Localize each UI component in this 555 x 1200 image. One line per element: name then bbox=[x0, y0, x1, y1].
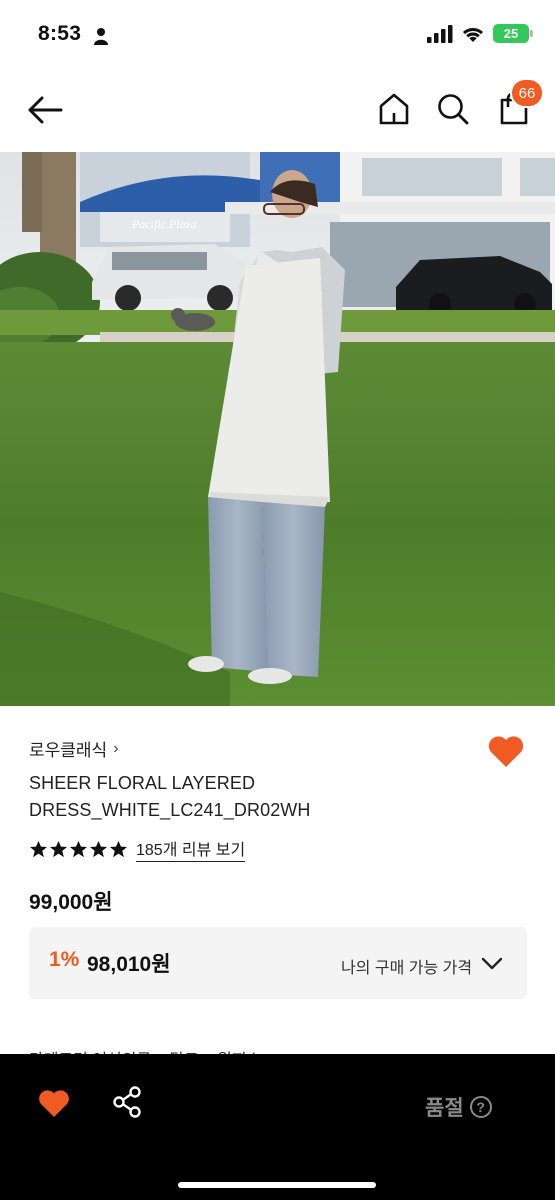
star-icon bbox=[69, 840, 88, 857]
battery-indicator: 25 bbox=[493, 24, 533, 43]
sign-text: Pacific Plaza bbox=[131, 217, 196, 231]
status-indicators: 25 bbox=[427, 24, 533, 43]
cart-count-badge: 66 bbox=[510, 78, 544, 108]
status-time: 8:53 bbox=[38, 22, 82, 45]
cellular-signal-icon bbox=[427, 24, 453, 43]
home-indicator[interactable] bbox=[178, 1182, 376, 1188]
wifi-icon bbox=[463, 27, 483, 42]
benefit-label: 나의 구매 가능 가격 bbox=[341, 960, 473, 977]
discount-price: 98,010원 bbox=[87, 953, 171, 976]
product-image[interactable]: Pacific Plaza bbox=[0, 152, 555, 706]
home-icon[interactable] bbox=[378, 92, 410, 126]
rating-row: 185개 리뷰 보기 bbox=[29, 836, 246, 862]
heart-icon[interactable] bbox=[487, 734, 525, 768]
question-circle-icon[interactable]: ? bbox=[469, 1096, 492, 1118]
arrow-left-icon[interactable] bbox=[26, 94, 64, 126]
chevron-down-icon[interactable] bbox=[481, 954, 503, 972]
star-rating bbox=[29, 840, 128, 859]
soldout-label: 품절 bbox=[425, 1097, 464, 1120]
top-nav-bar: 66 bbox=[0, 78, 555, 142]
brand-link[interactable]: 로우클래식 › bbox=[29, 736, 119, 761]
benefit-price-box[interactable]: 1% 98,010원 나의 구매 가능 가격 bbox=[29, 927, 527, 999]
soldout-status[interactable]: 품절 ? bbox=[425, 1092, 492, 1122]
star-icon bbox=[29, 840, 48, 857]
discount-rate: 1% bbox=[49, 948, 80, 971]
brand-name: 로우클래식 bbox=[29, 741, 108, 760]
share-icon[interactable] bbox=[112, 1086, 142, 1118]
star-icon bbox=[89, 840, 108, 857]
original-price: 99,000원 bbox=[29, 891, 113, 914]
heart-icon[interactable] bbox=[38, 1088, 70, 1118]
status-bar: 8:53 25 bbox=[0, 0, 555, 70]
person-icon bbox=[94, 28, 108, 45]
search-icon[interactable] bbox=[436, 92, 470, 126]
product-name: SHEER FLORAL LAYERED DRESS_WHITE_LC241_D… bbox=[29, 773, 311, 820]
chevron-right-icon: › bbox=[113, 739, 119, 757]
star-icon bbox=[109, 840, 128, 857]
star-icon bbox=[49, 840, 68, 857]
bottom-action-bar: 품절 ? bbox=[0, 1054, 555, 1200]
review-link[interactable]: 185개 리뷰 보기 bbox=[136, 836, 246, 862]
